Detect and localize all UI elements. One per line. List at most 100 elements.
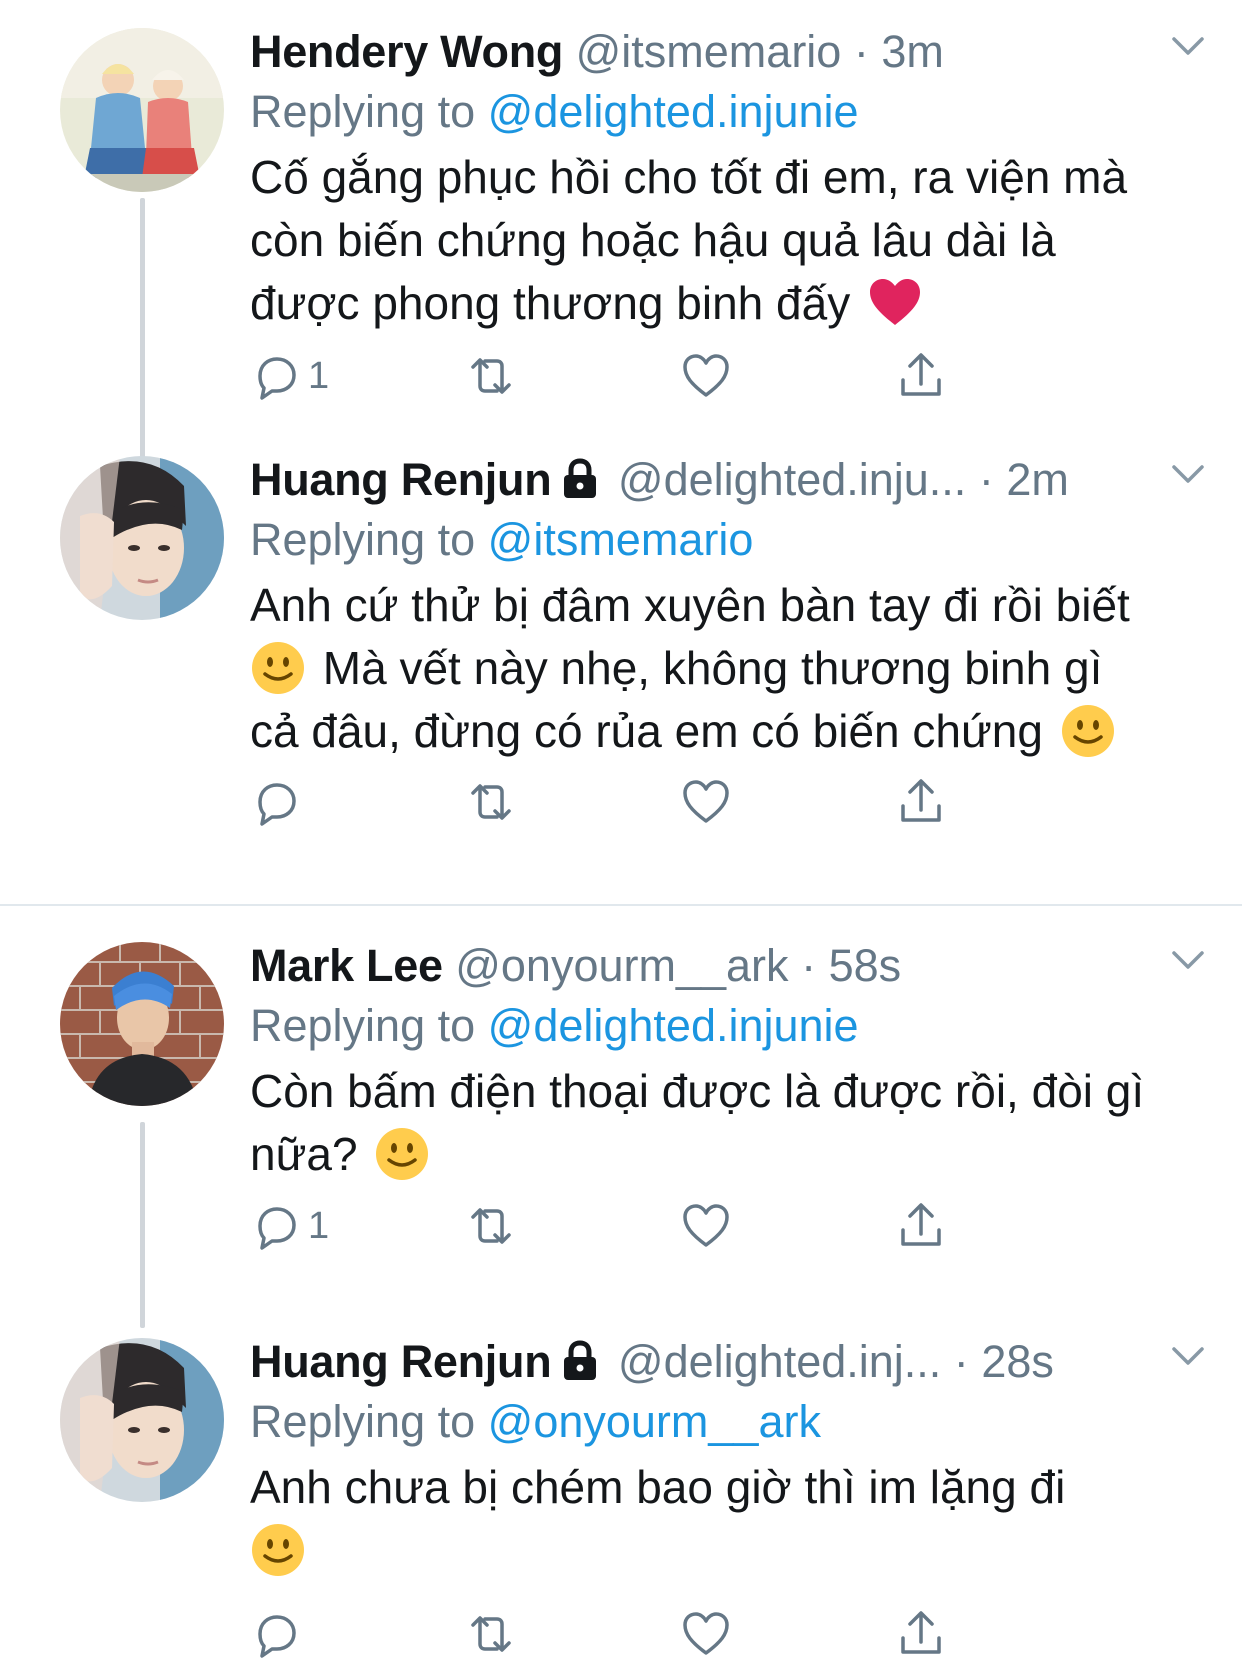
retweet-button[interactable]: [465, 772, 517, 832]
slightly-smiling-face-emoji-icon: [1061, 705, 1114, 757]
replying-label: Replying to: [250, 1396, 488, 1447]
text-line-with-emoji: nữa?: [250, 1123, 1200, 1186]
mention-link[interactable]: @delighted.injunie: [488, 86, 859, 137]
text-line-with-emoji: Mà vết này nhẹ, không thương binh gì: [250, 637, 1200, 700]
reply-count: 1: [308, 354, 330, 397]
separator-dot: ·: [853, 26, 869, 77]
tweet-text: Anh chưa bị chém bao giờ thì im lặng đi: [250, 1456, 1200, 1582]
tweet-actions: 1: [250, 346, 1010, 406]
retweet-button[interactable]: [465, 1196, 517, 1256]
reply-button[interactable]: 1: [250, 1196, 329, 1256]
display-name[interactable]: Huang Renjun: [250, 1336, 552, 1387]
like-button[interactable]: [680, 772, 732, 832]
separator-dot: ·: [801, 940, 817, 991]
tweet-actions: [250, 1604, 1010, 1664]
reply-timeline: Hendery Wong @itsmemario · 3m Replying t…: [0, 0, 1242, 1679]
retweet-button[interactable]: [465, 346, 517, 406]
retweet-button[interactable]: [465, 1604, 517, 1664]
display-name[interactable]: Hendery Wong: [250, 26, 563, 77]
like-button[interactable]: [680, 1604, 732, 1664]
red-heart-emoji-icon: [869, 279, 920, 325]
retweet-icon: [471, 1208, 511, 1244]
tweet[interactable]: Huang Renjun @delighted.inj... · 28s Rep…: [0, 1302, 1242, 1679]
share-icon: [901, 1203, 941, 1246]
separator-dot: ·: [978, 454, 994, 505]
replying-label: Replying to: [250, 86, 488, 137]
text-line-with-emoji: [250, 1519, 1200, 1582]
text-line: Cố gắng phục hồi cho tốt đi em, ra viện …: [250, 151, 1128, 203]
share-icon: [901, 1611, 941, 1654]
thread-line: [140, 1122, 145, 1328]
replying-to: Replying to @itsmemario: [250, 508, 753, 572]
tweet-header: Huang Renjun @delighted.inju... · 2m: [250, 448, 1214, 512]
chevron-down-icon[interactable]: [1170, 34, 1206, 58]
text-line: Còn bấm điện thoại được là được rồi, đòi…: [250, 1065, 1145, 1117]
replying-to: Replying to @delighted.injunie: [250, 994, 859, 1058]
slightly-smiling-face-emoji-icon: [376, 1128, 429, 1180]
mention-link[interactable]: @delighted.injunie: [488, 1000, 859, 1051]
thread-line: [140, 198, 145, 458]
tweet-actions: [250, 772, 1010, 832]
slightly-smiling-face-emoji-icon: [252, 1524, 304, 1576]
replying-label: Replying to: [250, 1000, 488, 1051]
text-line-with-emoji: được phong thương binh đấy: [250, 272, 1200, 335]
reply-icon: [258, 1615, 296, 1658]
chevron-down-icon[interactable]: [1170, 948, 1206, 972]
lock-icon: [564, 458, 597, 498]
avatar[interactable]: [60, 456, 224, 620]
tweet-header: Hendery Wong @itsmemario · 3m: [250, 20, 1214, 84]
display-name[interactable]: Huang Renjun: [250, 454, 552, 505]
chevron-down-icon[interactable]: [1170, 1344, 1206, 1368]
reply-button[interactable]: [250, 772, 308, 832]
tweet[interactable]: Mark Lee @onyourm__ark · 58s Replying to…: [0, 934, 1242, 1328]
lock-icon: [564, 1340, 597, 1380]
tweet-text: Cố gắng phục hồi cho tốt đi em, ra viện …: [250, 146, 1200, 335]
like-button[interactable]: [680, 1196, 732, 1256]
tweet[interactable]: Huang Renjun @delighted.inju... · 2m Rep…: [0, 448, 1242, 888]
user-handle[interactable]: @onyourm__ark: [455, 940, 788, 991]
timestamp[interactable]: 28s: [981, 1336, 1054, 1387]
user-handle[interactable]: @delighted.inju...: [618, 454, 966, 505]
share-button[interactable]: [895, 1196, 947, 1256]
reply-button[interactable]: [250, 1604, 308, 1664]
retweet-icon: [471, 784, 511, 820]
timestamp[interactable]: 2m: [1006, 454, 1069, 505]
retweet-icon: [471, 358, 511, 394]
share-button[interactable]: [895, 346, 947, 406]
timestamp[interactable]: 58s: [829, 940, 902, 991]
heart-icon: [683, 354, 729, 397]
avatar[interactable]: [60, 942, 224, 1106]
replying-to: Replying to @delighted.injunie: [250, 80, 859, 144]
heart-icon: [683, 1204, 729, 1247]
chevron-down-icon[interactable]: [1170, 462, 1206, 486]
user-handle[interactable]: @delighted.inj...: [618, 1336, 941, 1387]
tweet-header: Mark Lee @onyourm__ark · 58s: [250, 934, 1214, 998]
avatar[interactable]: [60, 28, 224, 192]
reply-button[interactable]: 1: [250, 346, 329, 406]
avatar[interactable]: [60, 1338, 224, 1502]
timestamp[interactable]: 3m: [881, 26, 944, 77]
mention-link[interactable]: @itsmemario: [488, 514, 754, 565]
mention-link[interactable]: @onyourm__ark: [488, 1396, 821, 1447]
reply-icon: [258, 1207, 296, 1250]
display-name[interactable]: Mark Lee: [250, 940, 443, 991]
replying-label: Replying to: [250, 514, 488, 565]
heart-icon: [683, 1612, 729, 1655]
user-handle[interactable]: @itsmemario: [576, 26, 842, 77]
share-button[interactable]: [895, 1604, 947, 1664]
tweet[interactable]: Hendery Wong @itsmemario · 3m Replying t…: [0, 20, 1242, 458]
tweet-actions: 1: [250, 1196, 1010, 1256]
reply-icon: [258, 783, 296, 826]
like-button[interactable]: [680, 346, 732, 406]
heart-icon: [683, 780, 729, 823]
retweet-icon: [471, 1616, 511, 1652]
slightly-smiling-face-emoji-icon: [252, 642, 304, 694]
text-line: Anh cứ thử bị đâm xuyên bàn tay đi rồi b…: [250, 579, 1130, 631]
tweet-header: Huang Renjun @delighted.inj... · 28s: [250, 1330, 1214, 1394]
text-line: còn biến chứng hoặc hậu quả lâu dài là: [250, 214, 1056, 266]
reply-icon: [258, 357, 296, 400]
text-line: Anh chưa bị chém bao giờ thì im lặng đi: [250, 1461, 1066, 1513]
tweet-text: Anh cứ thử bị đâm xuyên bàn tay đi rồi b…: [250, 574, 1200, 763]
tweet-text: Còn bấm điện thoại được là được rồi, đòi…: [250, 1060, 1200, 1186]
share-button[interactable]: [895, 772, 947, 832]
